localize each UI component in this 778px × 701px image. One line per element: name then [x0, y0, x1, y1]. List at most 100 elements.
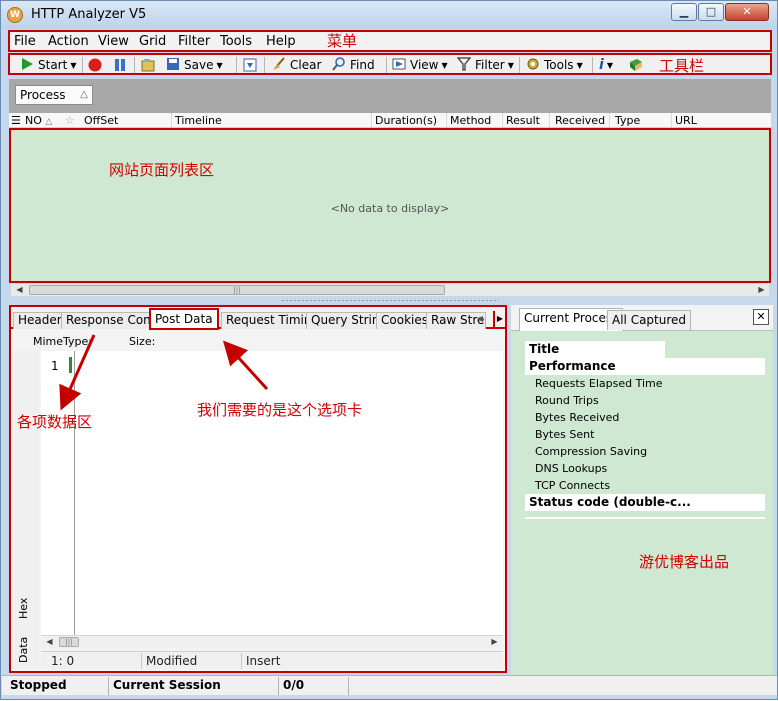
column-duration[interactable]: Duration(s)	[375, 114, 437, 127]
record-icon[interactable]	[88, 58, 102, 72]
scroll-left-arrow-icon[interactable]: ◀	[43, 636, 56, 648]
view-mode-side-tabs: Hex Data	[11, 351, 39, 669]
tab-scroll-left-icon[interactable]: ◀	[474, 311, 486, 327]
scroll-right-arrow-icon[interactable]: ▶	[755, 284, 768, 296]
scrollbar-thumb[interactable]: |||	[59, 637, 79, 647]
editor-horizontal-scrollbar[interactable]: ◀ ||| ▶	[41, 635, 503, 648]
title-bar: W HTTP Analyzer V5 ▁ □ ✕	[1, 1, 777, 29]
column-no[interactable]: NO △	[25, 114, 53, 127]
save-icon	[167, 58, 179, 70]
property-status-code[interactable]: Status code (double-c...	[525, 494, 765, 511]
tools-label: Tools	[544, 58, 574, 72]
column-received[interactable]: Received	[555, 114, 605, 127]
maximize-button[interactable]: □	[698, 3, 724, 21]
autoscroll-icon[interactable]	[243, 58, 257, 72]
line-number: 1	[51, 359, 59, 373]
filter-button[interactable]: Filter ▼	[457, 56, 514, 74]
property-bytes-sent[interactable]: Bytes Sent	[525, 426, 765, 443]
menu-grid[interactable]: Grid	[139, 34, 166, 49]
tab-scroll-right-icon[interactable]: ▶	[493, 311, 505, 327]
view-label: View	[410, 58, 439, 72]
info-icon[interactable]: i ▼	[599, 56, 613, 74]
clear-button[interactable]: Clear	[272, 56, 321, 74]
tab-all-captured[interactable]: All Captured	[607, 310, 692, 330]
property-tcp-connects[interactable]: TCP Connects	[525, 477, 765, 494]
menu-tools[interactable]: Tools	[220, 34, 252, 49]
column-divider	[171, 113, 172, 127]
post-data-editor[interactable]	[41, 351, 503, 635]
column-url[interactable]: URL	[675, 114, 697, 127]
find-button[interactable]: Find	[332, 56, 375, 74]
column-method[interactable]: Method	[450, 114, 491, 127]
menu-file[interactable]: File	[14, 34, 36, 49]
property-round-trips[interactable]: Round Trips	[525, 392, 765, 409]
status-bar: Stopped Current Session 0/0	[2, 675, 777, 695]
toolbar-divider	[519, 57, 520, 73]
save-label: Save	[184, 58, 214, 72]
group-by-process-chip[interactable]: Process △	[15, 85, 93, 105]
scrollbar-thumb[interactable]: |||	[29, 285, 445, 295]
column-divider	[671, 113, 672, 127]
menu-annotation: 菜单	[327, 32, 358, 50]
tools-button[interactable]: Tools ▼	[526, 56, 583, 74]
toolbar: Start ▼ Save ▼ Clear Find View ▼ Filter ▼ To…	[8, 53, 772, 75]
column-divider	[609, 113, 610, 127]
close-button[interactable]: ✕	[725, 3, 769, 21]
menu-action[interactable]: Action	[48, 34, 89, 49]
column-divider	[446, 113, 447, 127]
search-icon	[332, 57, 345, 71]
column-divider	[549, 113, 550, 127]
status-divider	[241, 653, 242, 669]
summary-tab-strip: Current Process All Captured	[511, 305, 773, 331]
toolbar-divider	[386, 57, 387, 73]
save-button[interactable]: Save ▼	[166, 56, 223, 74]
pause-icon[interactable]	[113, 58, 127, 72]
close-panel-button[interactable]: ✕	[753, 309, 769, 325]
property-dns-lookups[interactable]: DNS Lookups	[525, 460, 765, 477]
property-performance[interactable]: Performance	[525, 358, 765, 375]
property-compression-saving[interactable]: Compression Saving	[525, 443, 765, 460]
detail-tab-strip: Header Response Content Post Data Reques…	[9, 305, 507, 330]
property-title[interactable]: Title	[525, 341, 665, 358]
menu-filter[interactable]: Filter	[178, 34, 210, 49]
app-logo-icon: W	[7, 7, 23, 23]
property-bytes-received[interactable]: Bytes Received	[525, 409, 765, 426]
filter-icon	[457, 57, 471, 71]
toolbar-divider	[236, 57, 237, 73]
request-list-grid[interactable]: <No data to display>	[9, 128, 771, 283]
status-divider	[108, 677, 109, 695]
column-chooser-icon[interactable]: ☰	[11, 114, 21, 127]
column-result[interactable]: Result	[506, 114, 540, 127]
grid-horizontal-scrollbar[interactable]: ◀ ||| ▶	[11, 283, 769, 296]
tab-header[interactable]: Header	[13, 312, 67, 329]
cursor-position: 1: 0	[51, 654, 75, 668]
help-book-icon[interactable]	[629, 58, 643, 72]
side-tab-data[interactable]: Data	[17, 637, 30, 663]
find-label: Find	[350, 58, 375, 72]
open-icon[interactable]	[141, 58, 155, 72]
side-tab-hex[interactable]: Hex	[17, 598, 30, 619]
empty-grid-message: <No data to display>	[330, 202, 450, 215]
column-type[interactable]: Type	[615, 114, 640, 127]
start-button[interactable]: Start ▼	[20, 56, 76, 74]
scroll-right-arrow-icon[interactable]: ▶	[488, 636, 501, 648]
menu-view[interactable]: View	[98, 34, 129, 49]
minimize-button[interactable]: ▁	[671, 3, 697, 21]
view-icon	[392, 58, 406, 70]
column-offset[interactable]: OffSet	[84, 114, 118, 127]
star-icon[interactable]: ☆	[65, 114, 75, 127]
editor-status-bar: 1: 0 Modified Insert	[41, 651, 503, 669]
filter-label: Filter	[475, 58, 505, 72]
tab-cookies[interactable]: Cookies	[376, 312, 433, 329]
grid-header: ☰ NO △ ☆ OffSet Timeline Duration(s) Met…	[9, 113, 771, 128]
column-timeline[interactable]: Timeline	[175, 114, 222, 127]
scroll-left-arrow-icon[interactable]: ◀	[13, 284, 26, 296]
tab-post-data[interactable]: Post Data	[149, 308, 219, 330]
menu-help[interactable]: Help	[266, 34, 296, 49]
view-button[interactable]: View ▼	[392, 56, 448, 74]
property-requests-elapsed-time[interactable]: Requests Elapsed Time	[525, 375, 765, 392]
tools-icon	[527, 58, 539, 70]
sort-indicator-icon: △	[45, 117, 53, 127]
panel-splitter[interactable]	[281, 299, 499, 302]
text-cursor	[69, 357, 72, 373]
